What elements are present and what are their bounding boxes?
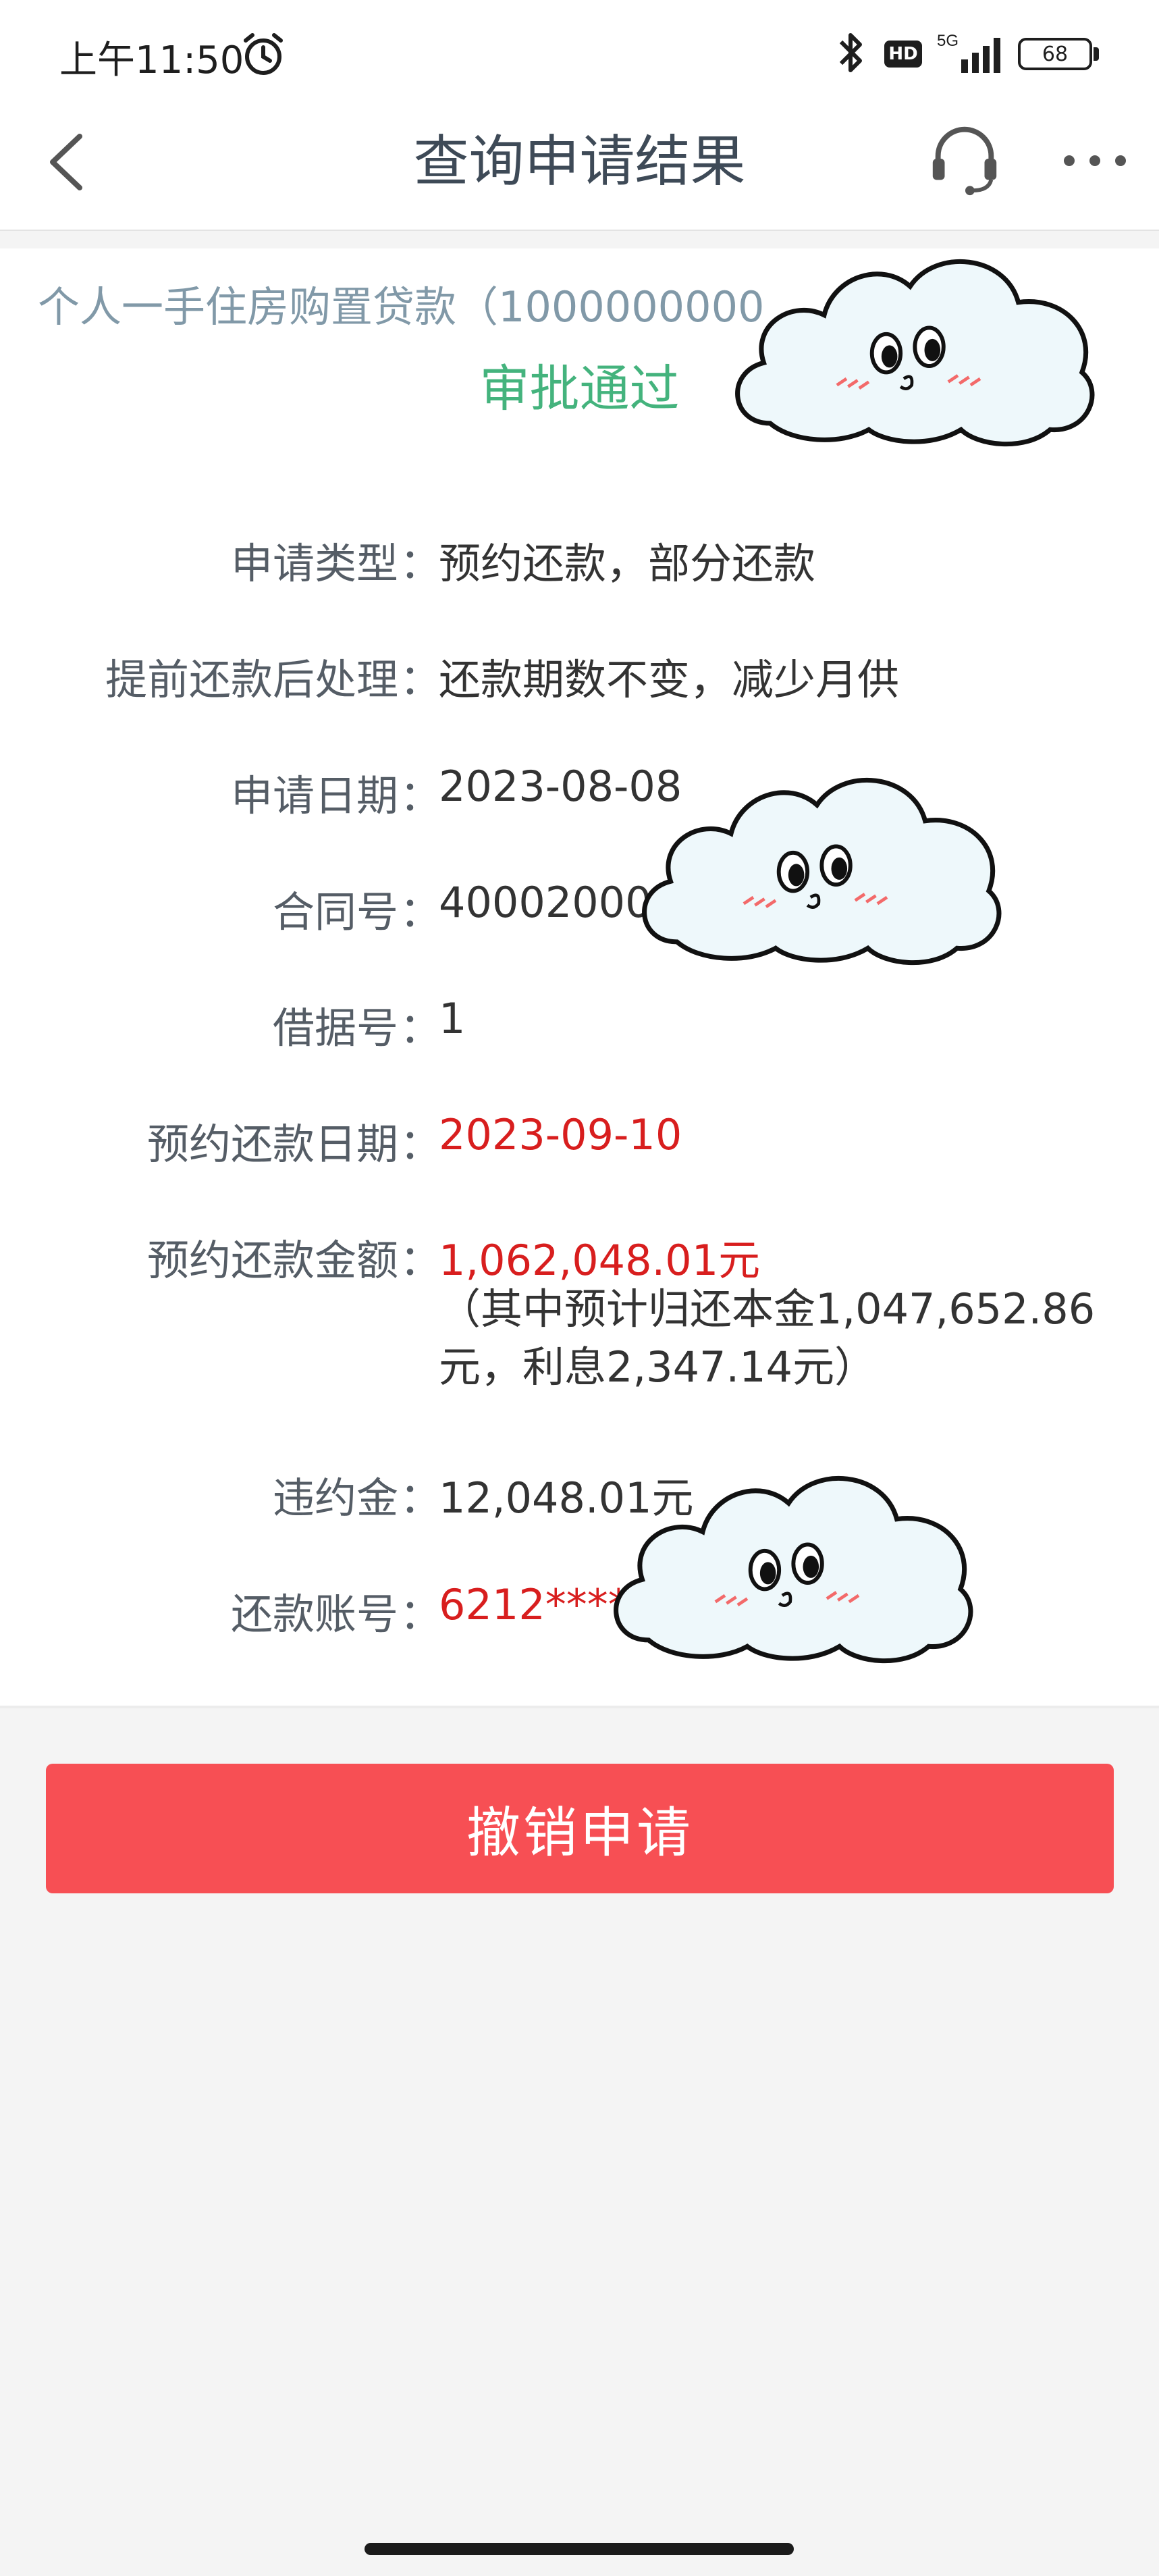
loan-title-text: 个人一手住房购置贷款（1000000000	[38, 282, 765, 332]
row-colon: ：	[400, 1003, 442, 1053]
cloud-sticker-icon	[735, 259, 1095, 447]
row-value: 2023-09-10	[439, 1110, 682, 1159]
row-label: 借据号	[272, 1003, 398, 1053]
row-label: 预约还款金额	[146, 1236, 398, 1285]
card-divider	[0, 1706, 1159, 1708]
row-value: 40002000	[439, 878, 652, 927]
row-label: 还款账号	[230, 1589, 398, 1639]
battery-tip	[1094, 47, 1099, 61]
cloud-sticker-icon	[642, 777, 1002, 966]
status-time: 上午11:50	[59, 38, 244, 82]
battery-icon: 68	[1018, 38, 1092, 70]
row-colon: ：	[400, 1236, 442, 1285]
row-colon: ：	[400, 1589, 442, 1639]
home-indicator[interactable]	[365, 2543, 794, 2555]
row-colon: ：	[400, 1473, 442, 1523]
row-label: 提前还款后处理	[105, 655, 398, 704]
more-icon[interactable]	[1061, 147, 1129, 174]
amount-breakdown-line1: （其中预计归还本金1,047,652.86	[439, 1284, 1096, 1334]
signal-icon: 5G	[937, 32, 1000, 73]
row-label: 申请日期	[230, 771, 398, 820]
row-colon: ：	[400, 887, 442, 937]
network-label: 5G	[937, 32, 959, 50]
cloud-sticker-icon	[614, 1475, 973, 1664]
row-label: 合同号	[272, 887, 398, 937]
row-colon: ：	[400, 771, 442, 820]
amount-breakdown-line2: 元，利息2,347.14元）	[439, 1342, 877, 1392]
row-label: 预约还款日期	[146, 1120, 398, 1169]
row-colon: ：	[400, 655, 442, 704]
alarm-icon	[244, 33, 283, 75]
row-value: 1,062,048.01元	[439, 1236, 761, 1285]
row-value: 预约还款，部分还款	[439, 539, 816, 588]
bluetooth-icon	[839, 33, 862, 72]
row-colon: ：	[400, 539, 442, 588]
row-value: 还款期数不变，减少月供	[439, 655, 900, 704]
row-value: 1	[439, 994, 466, 1043]
row-label: 申请类型	[230, 539, 398, 588]
hd-badge: HD	[884, 41, 922, 68]
headset-icon[interactable]	[925, 119, 1004, 199]
row-label: 违约金	[272, 1473, 398, 1523]
cancel-application-button[interactable]: 撤销申请	[46, 1764, 1114, 1893]
row-colon: ：	[400, 1120, 442, 1169]
